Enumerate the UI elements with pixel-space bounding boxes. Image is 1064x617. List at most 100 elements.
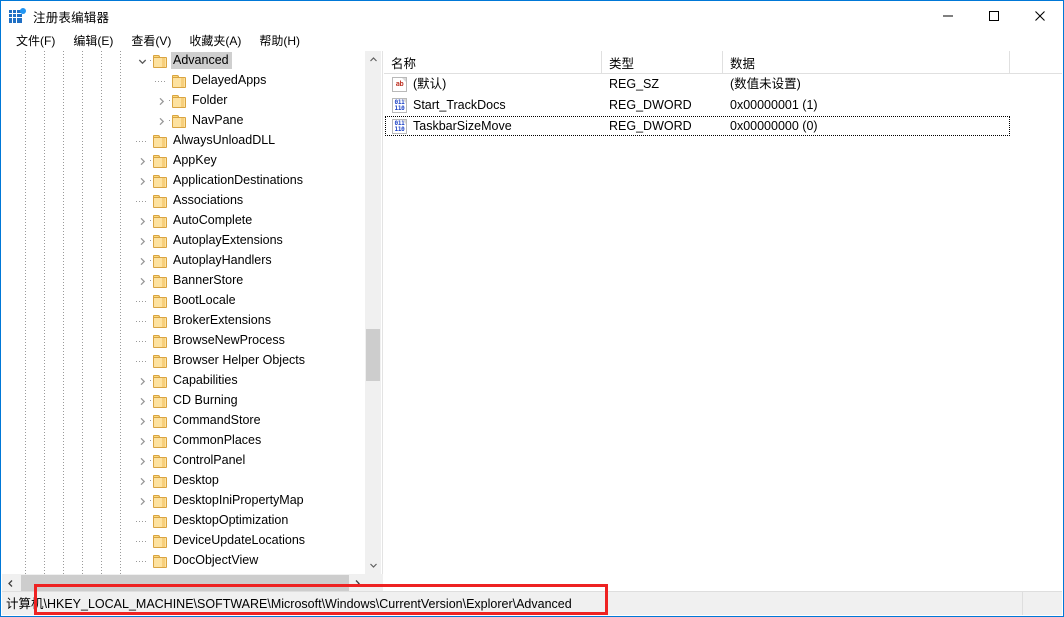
menu-bar: 文件(F)编辑(E)查看(V)收藏夹(A)帮助(H) — [1, 31, 1063, 51]
tree-expander-collapsed[interactable] — [134, 453, 150, 469]
list-body: ab(默认)REG_SZ(数值未设置)011 110Start_TrackDoc… — [384, 74, 1062, 137]
tree-expander-collapsed[interactable] — [134, 173, 150, 189]
status-separator — [1022, 592, 1023, 615]
tree-node-label: DesktopIniPropertyMap — [171, 492, 307, 509]
tree-expander-expanded[interactable] — [134, 53, 150, 69]
tree-expander-collapsed[interactable] — [134, 473, 150, 489]
folder-icon — [152, 454, 168, 468]
tree-expander-collapsed[interactable] — [134, 153, 150, 169]
tree-viewport[interactable]: AdvancedDelayedAppsFolderNavPane AlwaysUn… — [2, 51, 366, 574]
scroll-down-button[interactable] — [365, 557, 381, 574]
tree-node-label: BrowseNewProcess — [171, 332, 288, 349]
menu-help[interactable]: 帮助(H) — [250, 32, 309, 51]
tree-node[interactable]: DeviceUpdateLocations — [2, 531, 366, 551]
tree-node-label: NavPane — [190, 112, 246, 129]
tree-node[interactable]: NavPane — [2, 111, 366, 131]
tree-node[interactable]: AutoplayHandlers — [2, 251, 366, 271]
tree-node[interactable]: AppKey — [2, 151, 366, 171]
tree-node-label: CommandStore — [171, 412, 264, 429]
chevron-right-icon — [138, 477, 147, 486]
menu-file[interactable]: 文件(F) — [7, 32, 64, 51]
folder-icon — [152, 174, 168, 188]
tree-connector — [134, 293, 150, 309]
tree-vertical-scrollbar[interactable] — [365, 51, 381, 574]
tree-node[interactable]: CommonPlaces — [2, 431, 366, 451]
tree-expander-collapsed[interactable] — [134, 433, 150, 449]
tree-node-label: ControlPanel — [171, 452, 248, 469]
tree-expander-collapsed[interactable] — [153, 113, 169, 129]
tree-node[interactable]: ControlPanel — [2, 451, 366, 471]
tree-node[interactable]: Browser Helper Objects — [2, 351, 366, 371]
tree-expander-collapsed[interactable] — [134, 233, 150, 249]
tree-connector — [134, 193, 150, 209]
tree-node[interactable]: CD Burning — [2, 391, 366, 411]
maximize-button[interactable] — [971, 1, 1017, 31]
tree-connector — [134, 513, 150, 529]
chevron-right-icon — [138, 417, 147, 426]
menu-edit[interactable]: 编辑(E) — [64, 32, 122, 51]
tree-expander-collapsed[interactable] — [134, 493, 150, 509]
tree-expander-collapsed[interactable] — [153, 93, 169, 109]
tree-node[interactable]: BrokerExtensions — [2, 311, 366, 331]
tree-node[interactable]: Associations — [2, 191, 366, 211]
tree-node[interactable]: DocObjectView — [2, 551, 366, 571]
scroll-up-button[interactable] — [365, 51, 381, 68]
tree-node-label: DesktopOptimization — [171, 512, 291, 529]
close-icon — [1034, 10, 1046, 22]
tree-node-label: AlwaysUnloadDLL — [171, 132, 278, 149]
tree-horizontal-scrollbar[interactable] — [2, 574, 383, 592]
tree-node[interactable]: AlwaysUnloadDLL — [2, 131, 366, 151]
folder-icon — [152, 194, 168, 208]
tree-node[interactable]: Capabilities — [2, 371, 366, 391]
chevron-right-icon — [157, 117, 166, 126]
dword-value-icon: 011 110 — [392, 119, 407, 134]
tree-node[interactable]: Folder — [2, 91, 366, 111]
tree-connector — [134, 553, 150, 569]
tree-node[interactable]: BrowseNewProcess — [2, 331, 366, 351]
tree-expander-collapsed[interactable] — [134, 393, 150, 409]
tree-node[interactable]: AutoplayExtensions — [2, 231, 366, 251]
tree-node[interactable]: DesktopOptimization — [2, 511, 366, 531]
tree-node[interactable]: ApplicationDestinations — [2, 171, 366, 191]
column-type[interactable]: 类型 — [602, 51, 723, 73]
tree-node[interactable]: AutoComplete — [2, 211, 366, 231]
folder-icon — [152, 434, 168, 448]
tree-node[interactable]: DesktopIniPropertyMap — [2, 491, 366, 511]
menu-favorites[interactable]: 收藏夹(A) — [180, 32, 250, 51]
value-row[interactable]: 011 110TaskbarSizeMoveREG_DWORD0x0000000… — [384, 116, 1062, 137]
tree-node[interactable]: DelayedApps — [2, 71, 366, 91]
tree-node[interactable]: BannerStore — [2, 271, 366, 291]
tree-node-list: AdvancedDelayedAppsFolderNavPane AlwaysUn… — [2, 51, 366, 571]
scroll-left-button[interactable] — [2, 574, 19, 592]
tree-expander-collapsed[interactable] — [134, 413, 150, 429]
tree-hscroll-thumb[interactable] — [21, 575, 358, 591]
folder-icon — [152, 514, 168, 528]
tree-expander-collapsed[interactable] — [134, 253, 150, 269]
scroll-right-button[interactable] — [349, 574, 366, 592]
close-button[interactable] — [1017, 1, 1063, 31]
tree-node-label: BootLocale — [171, 292, 239, 309]
tree-node[interactable]: CommandStore — [2, 411, 366, 431]
tree-node[interactable]: BootLocale — [2, 291, 366, 311]
menu-view[interactable]: 查看(V) — [122, 32, 180, 51]
tree-node[interactable]: Advanced — [2, 51, 366, 71]
value-row[interactable]: ab(默认)REG_SZ(数值未设置) — [384, 74, 1062, 95]
minimize-button[interactable] — [925, 1, 971, 31]
tree-expander-collapsed[interactable] — [134, 213, 150, 229]
column-name[interactable]: 名称 — [384, 51, 602, 73]
chevron-right-icon — [138, 237, 147, 246]
minimize-icon — [942, 10, 954, 22]
chevron-down-icon — [369, 561, 378, 570]
value-row[interactable]: 011 110Start_TrackDocsREG_DWORD0x0000000… — [384, 95, 1062, 116]
tree-connector — [134, 353, 150, 369]
chevron-right-icon — [138, 157, 147, 166]
maximize-icon — [988, 10, 1000, 22]
tree-expander-collapsed[interactable] — [134, 273, 150, 289]
column-data[interactable]: 数据 — [723, 51, 1010, 73]
folder-icon — [171, 94, 187, 108]
tree-node[interactable]: Desktop — [2, 471, 366, 491]
tree-connector — [153, 73, 169, 89]
tree-scroll-thumb[interactable] — [366, 329, 380, 381]
window-title: 注册表编辑器 — [33, 7, 109, 26]
tree-expander-collapsed[interactable] — [134, 373, 150, 389]
